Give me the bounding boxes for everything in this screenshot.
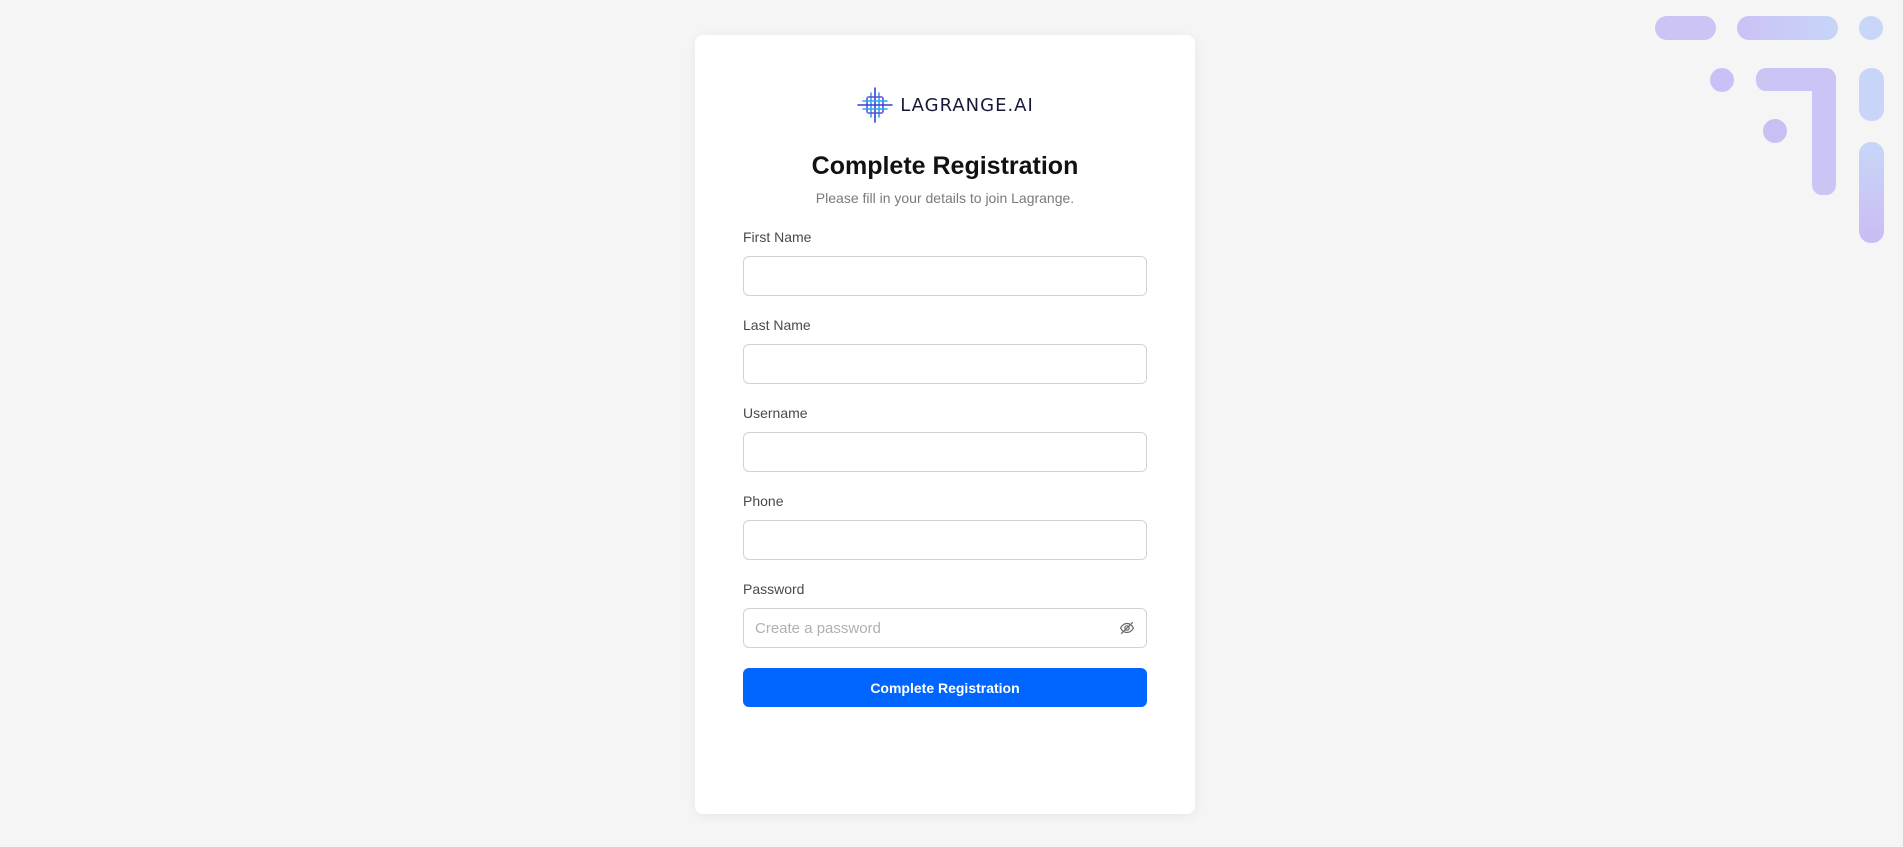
- lagrange-logo-icon: [857, 87, 893, 123]
- phone-label: Phone: [743, 493, 784, 509]
- page-title: Complete Registration: [811, 152, 1079, 180]
- complete-registration-button[interactable]: Complete Registration: [743, 668, 1147, 707]
- eye-off-icon[interactable]: [1117, 618, 1137, 638]
- deco-bar-1: [1859, 68, 1884, 121]
- registration-card: LAGRANGE.AI Complete Registration Please…: [695, 35, 1195, 814]
- registration-page: LAGRANGE.AI Complete Registration Please…: [0, 0, 1903, 847]
- deco-pill-1: [1655, 16, 1716, 40]
- first-name-input[interactable]: [743, 256, 1147, 296]
- first-name-group: First Name: [743, 228, 1147, 296]
- phone-group: Phone: [743, 492, 1147, 560]
- phone-input[interactable]: [743, 520, 1147, 560]
- deco-dot-1: [1859, 16, 1883, 40]
- password-group: Password: [743, 580, 1147, 648]
- last-name-label: Last Name: [743, 317, 811, 333]
- last-name-group: Last Name: [743, 316, 1147, 384]
- deco-dot-3: [1763, 119, 1787, 143]
- username-group: Username: [743, 404, 1147, 472]
- deco-bar-2: [1859, 142, 1884, 243]
- username-label: Username: [743, 405, 808, 421]
- registration-form: First Name Last Name Username Phone Pass…: [743, 228, 1147, 707]
- page-subtitle: Please fill in your details to join Lagr…: [815, 190, 1075, 206]
- username-input[interactable]: [743, 432, 1147, 472]
- brand-name: LAGRANGE.AI: [900, 94, 1034, 116]
- password-input-wrap: [743, 608, 1147, 648]
- password-label: Password: [743, 581, 805, 597]
- deco-pill-2: [1737, 16, 1838, 40]
- last-name-input[interactable]: [743, 344, 1147, 384]
- brand-logo: LAGRANGE.AI: [743, 86, 1147, 124]
- password-input[interactable]: [743, 608, 1147, 648]
- deco-dot-2: [1710, 68, 1734, 92]
- first-name-label: First Name: [743, 229, 812, 245]
